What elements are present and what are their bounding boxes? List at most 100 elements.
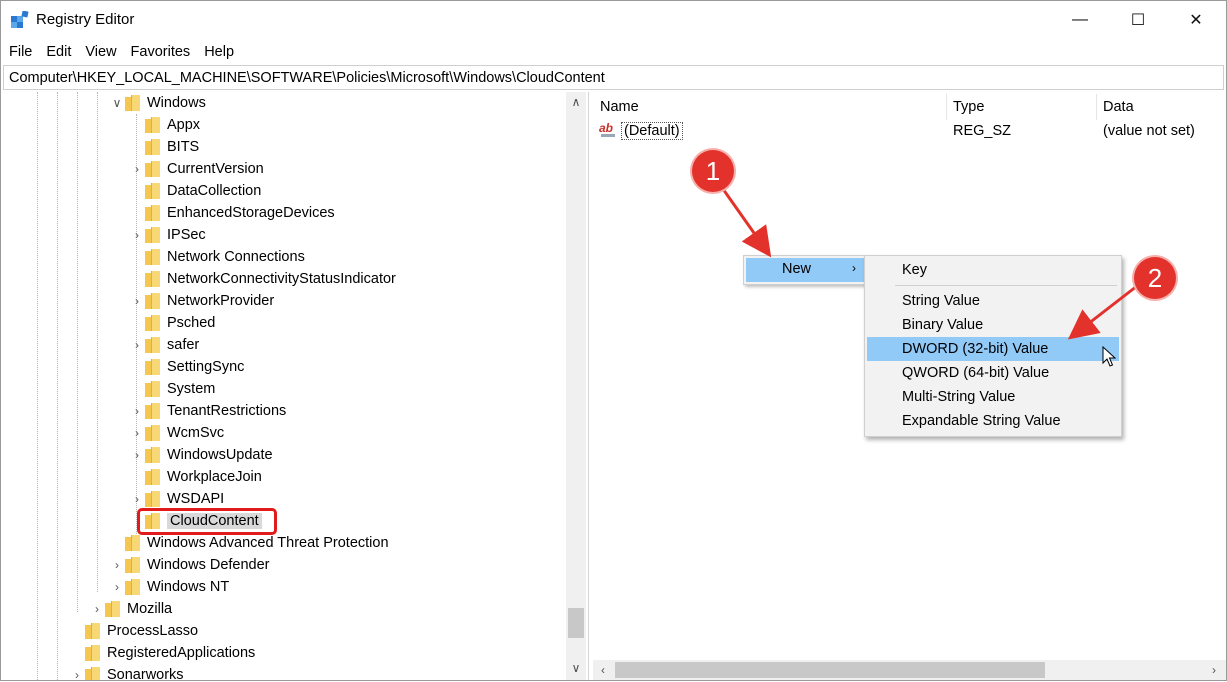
folder-icon <box>145 249 160 265</box>
title-bar[interactable]: Registry Editor — ☐ ✕ <box>1 1 1226 39</box>
string-value-icon: ab <box>599 121 615 137</box>
tree-item[interactable]: Windows Advanced Threat Protection <box>109 532 389 554</box>
column-header-data[interactable]: Data <box>1103 96 1134 118</box>
tree-item[interactable]: › IPSec <box>129 224 206 246</box>
menu-separator <box>895 285 1117 286</box>
submenu-item-expandable-string-value[interactable]: Expandable String Value <box>867 409 1119 433</box>
folder-icon <box>145 425 160 441</box>
tree-item[interactable]: BITS <box>129 136 199 158</box>
tree-item[interactable]: System <box>129 378 215 400</box>
tree-item[interactable]: › NetworkProvider <box>129 290 274 312</box>
chevron-right-icon[interactable]: › <box>69 668 85 680</box>
chevron-right-icon[interactable]: › <box>89 602 105 616</box>
chevron-down-icon[interactable]: ∨ <box>109 96 125 110</box>
tree-item[interactable]: › Mozilla <box>89 598 172 620</box>
submenu-item-dword-value[interactable]: DWORD (32-bit) Value <box>867 337 1119 361</box>
tree-item[interactable]: DataCollection <box>129 180 261 202</box>
tree-item[interactable]: › Windows Defender <box>109 554 270 576</box>
tree-item[interactable]: NetworkConnectivityStatusIndicator <box>129 268 396 290</box>
step-2-badge: 2 <box>1134 257 1176 299</box>
context-menu: New › <box>743 255 867 285</box>
column-header-name[interactable]: Name <box>600 96 639 118</box>
tree-vertical-scrollbar[interactable]: ∧ ∨ <box>566 92 586 680</box>
submenu-item-string-value[interactable]: String Value <box>867 289 1119 313</box>
submenu-item-multi-string-value[interactable]: Multi-String Value <box>867 385 1119 409</box>
menu-file[interactable]: File <box>1 44 38 60</box>
folder-icon <box>125 95 140 111</box>
chevron-right-icon[interactable]: › <box>129 448 145 462</box>
scroll-left-icon[interactable]: ‹ <box>593 660 613 680</box>
menu-edit[interactable]: Edit <box>38 44 77 60</box>
tree-item[interactable]: SettingSync <box>129 356 244 378</box>
tree-item[interactable]: Network Connections <box>129 246 305 268</box>
chevron-right-icon[interactable]: › <box>129 492 145 506</box>
tree-item-label: Psched <box>167 315 216 331</box>
scrollbar-thumb[interactable] <box>568 608 584 638</box>
tree-item-label: Appx <box>167 117 201 133</box>
registry-editor-icon <box>11 11 29 28</box>
submenu-item-binary-value[interactable]: Binary Value <box>867 313 1119 337</box>
chevron-right-icon[interactable]: › <box>109 558 125 572</box>
list-horizontal-scrollbar[interactable]: ‹ › <box>593 660 1226 680</box>
tree-guide-line <box>37 92 38 680</box>
menu-view[interactable]: View <box>77 44 122 60</box>
tree-item-label: NetworkConnectivityStatusIndicator <box>167 271 396 287</box>
close-button[interactable]: ✕ <box>1167 1 1225 39</box>
folder-icon <box>145 227 160 243</box>
tree-item[interactable]: ∨ Windows <box>109 92 206 114</box>
folder-icon <box>145 447 160 463</box>
tree-item[interactable]: ProcessLasso <box>69 620 198 642</box>
scroll-up-icon[interactable]: ∧ <box>566 92 586 112</box>
tree-item-label: Windows Advanced Threat Protection <box>147 535 389 551</box>
tree-item-label: WSDAPI <box>167 491 225 507</box>
menu-help[interactable]: Help <box>196 44 240 60</box>
tree-item[interactable]: Psched <box>129 312 215 334</box>
tree-item[interactable]: › safer <box>129 334 199 356</box>
selection-highlight-box <box>137 508 277 535</box>
tree-item-label: safer <box>167 337 200 353</box>
key-tree-pane[interactable]: ∨ Windows Appx BITS › CurrentVersion Dat… <box>3 92 589 680</box>
registry-editor-window: Registry Editor — ☐ ✕ File Edit View Fav… <box>0 0 1227 681</box>
chevron-right-icon[interactable]: › <box>109 580 125 594</box>
scroll-right-icon[interactable]: › <box>1204 660 1224 680</box>
submenu-item-key[interactable]: Key <box>867 258 1119 282</box>
menu-item-new[interactable]: New › <box>746 258 864 282</box>
chevron-right-icon[interactable]: › <box>129 426 145 440</box>
tree-item[interactable]: RegisteredApplications <box>69 642 255 664</box>
value-row-name[interactable]: ab (Default) <box>599 121 683 141</box>
tree-item[interactable]: › Sonarworks <box>69 664 184 680</box>
tree-guide-line <box>97 92 98 592</box>
tree-item[interactable]: › WcmSvc <box>129 422 224 444</box>
column-header-type[interactable]: Type <box>953 96 984 118</box>
tree-item-label: Windows <box>147 95 206 111</box>
chevron-right-icon[interactable]: › <box>129 404 145 418</box>
address-bar[interactable]: Computer\HKEY_LOCAL_MACHINE\SOFTWARE\Pol… <box>3 65 1224 90</box>
submenu-item-qword-value[interactable]: QWORD (64-bit) Value <box>867 361 1119 385</box>
chevron-right-icon[interactable]: › <box>129 338 145 352</box>
tree-item-label: Windows Defender <box>147 557 270 573</box>
tree-item[interactable]: EnhancedStorageDevices <box>129 202 335 224</box>
menu-favorites[interactable]: Favorites <box>123 44 197 60</box>
folder-icon <box>145 271 160 287</box>
tree-item[interactable]: WorkplaceJoin <box>129 466 262 488</box>
tree-item[interactable]: › Windows NT <box>109 576 229 598</box>
chevron-right-icon[interactable]: › <box>129 228 145 242</box>
tree-item[interactable]: › TenantRestrictions <box>129 400 286 422</box>
minimize-button[interactable]: — <box>1051 1 1109 39</box>
column-divider[interactable] <box>946 94 947 120</box>
tree-item[interactable]: › WindowsUpdate <box>129 444 273 466</box>
folder-icon <box>145 359 160 375</box>
maximize-button[interactable]: ☐ <box>1109 1 1167 39</box>
column-divider[interactable] <box>1096 94 1097 120</box>
tree-item[interactable]: › WSDAPI <box>129 488 224 510</box>
tree-item-label: WindowsUpdate <box>167 447 273 463</box>
chevron-right-icon[interactable]: › <box>129 294 145 308</box>
chevron-right-icon[interactable]: › <box>129 162 145 176</box>
tree-item-label: EnhancedStorageDevices <box>167 205 335 221</box>
scrollbar-thumb[interactable] <box>615 662 1045 678</box>
scroll-down-icon[interactable]: ∨ <box>566 658 586 678</box>
folder-icon <box>145 337 160 353</box>
tree-item[interactable]: › CurrentVersion <box>129 158 264 180</box>
tree-item[interactable]: Appx <box>129 114 200 136</box>
window-title: Registry Editor <box>36 11 135 28</box>
